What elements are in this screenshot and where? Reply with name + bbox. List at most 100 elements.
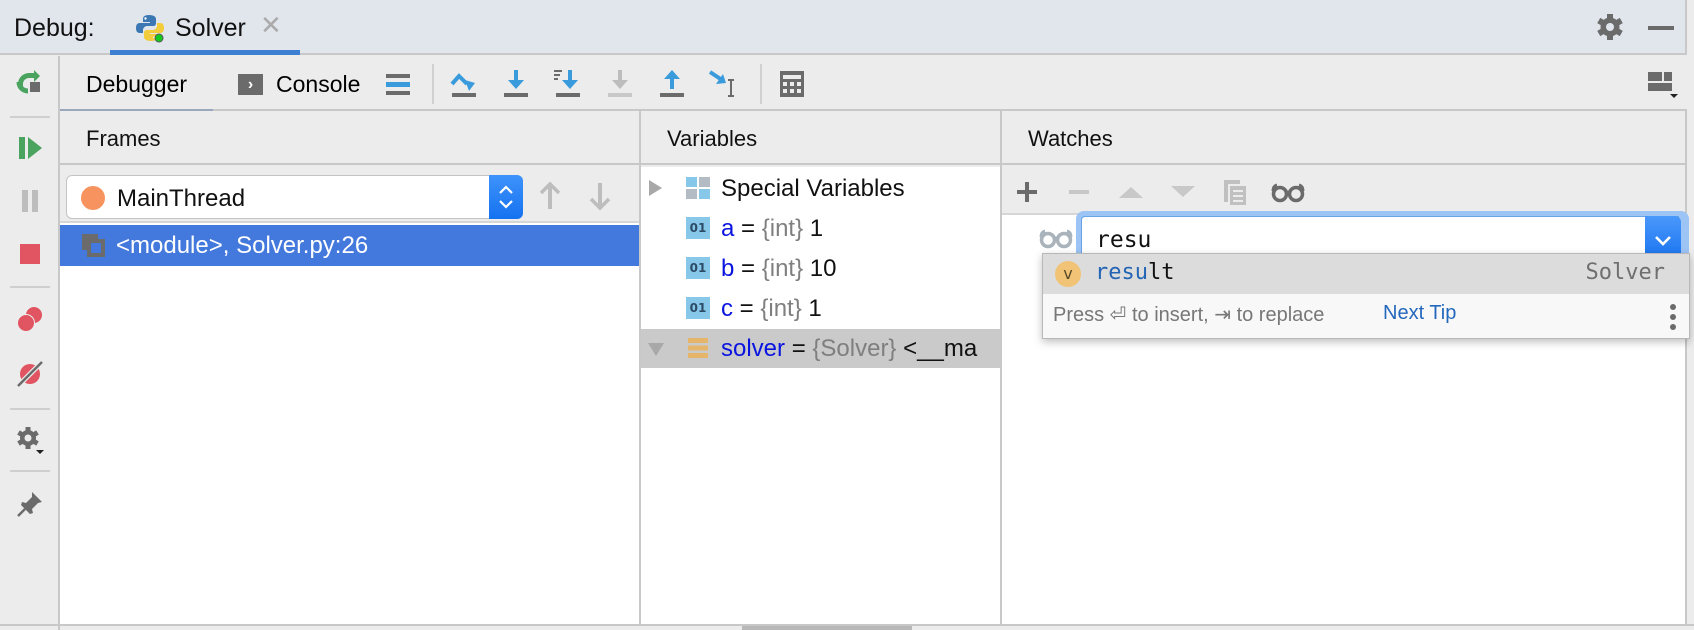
move-up-icon[interactable] xyxy=(1116,177,1146,207)
run-to-cursor-icon[interactable] xyxy=(706,66,742,102)
mute-breakpoints-icon[interactable] xyxy=(14,358,46,390)
resume-icon[interactable] xyxy=(14,132,46,164)
variable-value: 1 xyxy=(801,295,822,322)
previous-frame-arrow-icon[interactable] xyxy=(538,181,562,211)
tree-item-variable-solver[interactable]: solver = {Solver} <__ma xyxy=(641,329,1000,368)
restore-layout-icon[interactable] xyxy=(1644,66,1680,102)
settings-icon[interactable] xyxy=(14,424,46,456)
move-down-icon[interactable] xyxy=(1168,177,1198,207)
variable-eq: = xyxy=(785,335,813,362)
variable-name: c xyxy=(721,295,733,322)
debugger-toolbar: Debugger › Console xyxy=(60,56,1687,113)
pin-icon[interactable] xyxy=(14,488,46,520)
variable-label: Special Variables xyxy=(721,175,905,202)
watches-body: v result Solver Press ⏎ to insert, ⇥ to … xyxy=(1002,111,1690,624)
variable-text: solver = {Solver} <__ma xyxy=(721,335,977,363)
step-out-icon[interactable] xyxy=(654,66,690,102)
watch-glasses-icon xyxy=(1039,229,1073,249)
variable-text: a = {int} 1 xyxy=(721,215,823,243)
frame-list-item[interactable]: <module>, Solver.py:26 xyxy=(60,225,639,266)
console-icon: › xyxy=(238,74,263,95)
stop-icon[interactable] xyxy=(14,238,46,270)
frames-title: Frames xyxy=(86,126,161,151)
frame-label: <module>, Solver.py:26 xyxy=(116,232,369,259)
variable-kind-icon: v xyxy=(1055,261,1081,287)
variable-type: {int} xyxy=(761,255,804,282)
variable-name: solver xyxy=(721,335,786,362)
tab-console[interactable]: › Console xyxy=(238,56,378,111)
frames-panel: Frames MainThread <module>, Solver.py:26 xyxy=(60,111,641,624)
variable-eq: = xyxy=(733,295,761,322)
variable-eq: = xyxy=(734,215,762,242)
completion-name: result xyxy=(1095,260,1174,285)
more-options-icon[interactable] xyxy=(1669,302,1677,332)
tab-console-label: Console xyxy=(276,71,361,97)
separator xyxy=(10,286,50,288)
frames-header: Frames xyxy=(60,111,639,165)
variables-title: Variables xyxy=(667,126,758,151)
close-icon[interactable]: ✕ xyxy=(260,12,282,38)
variable-name: a xyxy=(721,215,735,242)
step-over-icon[interactable] xyxy=(446,66,482,102)
variable-text: b = {int} 10 xyxy=(721,255,836,283)
tree-item-variable[interactable]: 01 a = {int} 1 xyxy=(641,209,1000,248)
show-execution-point-icon[interactable] xyxy=(380,66,416,102)
separator xyxy=(432,64,434,104)
tab-solver-label: Solver xyxy=(175,14,246,42)
int-type-icon: 01 xyxy=(686,257,710,279)
variable-value: 10 xyxy=(803,255,837,282)
gear-icon[interactable] xyxy=(1595,12,1625,42)
duplicate-icon[interactable] xyxy=(1220,177,1250,207)
variable-value: <__ma xyxy=(896,335,978,362)
frames-toolbar: MainThread xyxy=(60,167,639,223)
add-icon[interactable] xyxy=(1012,177,1042,207)
view-breakpoints-icon[interactable] xyxy=(14,304,46,336)
completion-item[interactable]: v result Solver xyxy=(1043,254,1689,294)
debug-label: Debug: xyxy=(14,14,95,42)
tree-item-variable[interactable]: 01 c = {int} 1 xyxy=(641,289,1000,328)
thread-selector[interactable]: MainThread xyxy=(66,175,523,219)
completion-rest: lt xyxy=(1147,260,1175,285)
debug-actions-sidebar xyxy=(0,56,60,630)
variable-eq: = xyxy=(734,255,762,282)
evaluate-expression-icon[interactable] xyxy=(774,66,810,102)
completion-hint: Press ⏎ to insert, ⇥ to replace xyxy=(1053,304,1325,326)
pause-icon[interactable] xyxy=(14,185,46,217)
rerun-icon[interactable] xyxy=(14,64,46,96)
completion-type: Solver xyxy=(1585,260,1665,285)
variable-type: {Solver} xyxy=(812,335,897,362)
collapse-arrow-icon[interactable] xyxy=(647,341,665,357)
completion-match: resu xyxy=(1095,260,1148,285)
horizontal-scrollbar[interactable] xyxy=(742,626,912,630)
glasses-icon[interactable] xyxy=(1270,177,1306,207)
variable-type: {int} xyxy=(761,215,804,242)
active-tab-indicator xyxy=(110,50,300,55)
watches-panel: Watches resu v result Solver Press ⏎ to … xyxy=(1002,111,1690,624)
step-into-icon[interactable] xyxy=(498,66,534,102)
object-icon xyxy=(688,338,708,358)
special-variables-icon xyxy=(686,177,710,199)
tab-debugger[interactable]: Debugger xyxy=(60,56,213,113)
step-into-my-code-icon[interactable] xyxy=(550,66,586,102)
int-type-icon: 01 xyxy=(686,297,710,319)
variable-value: 1 xyxy=(803,215,824,242)
remove-icon[interactable] xyxy=(1064,177,1094,207)
force-step-into-icon[interactable] xyxy=(602,66,638,102)
variable-name: b xyxy=(721,255,735,282)
minimize-icon[interactable] xyxy=(1648,26,1674,30)
variables-panel: Variables Special Variables 01 a = {int}… xyxy=(641,111,1002,624)
thread-label: MainThread xyxy=(117,185,246,212)
tree-item-variable[interactable]: 01 b = {int} 10 xyxy=(641,249,1000,288)
next-tip-link[interactable]: Next Tip xyxy=(1383,302,1456,325)
tab-debugger-label: Debugger xyxy=(86,71,188,97)
variables-header: Variables xyxy=(641,111,1000,165)
python-icon xyxy=(136,15,164,43)
tab-solver[interactable]: Solver ✕ xyxy=(110,0,300,55)
separator xyxy=(760,64,762,104)
next-frame-arrow-icon[interactable] xyxy=(588,181,612,211)
chevron-up-down-icon[interactable] xyxy=(489,175,523,219)
tree-item-special-variables[interactable]: Special Variables xyxy=(641,169,1000,208)
completion-popup: v result Solver Press ⏎ to insert, ⇥ to … xyxy=(1042,253,1690,339)
separator xyxy=(10,470,50,472)
expand-arrow-icon[interactable] xyxy=(647,179,663,197)
